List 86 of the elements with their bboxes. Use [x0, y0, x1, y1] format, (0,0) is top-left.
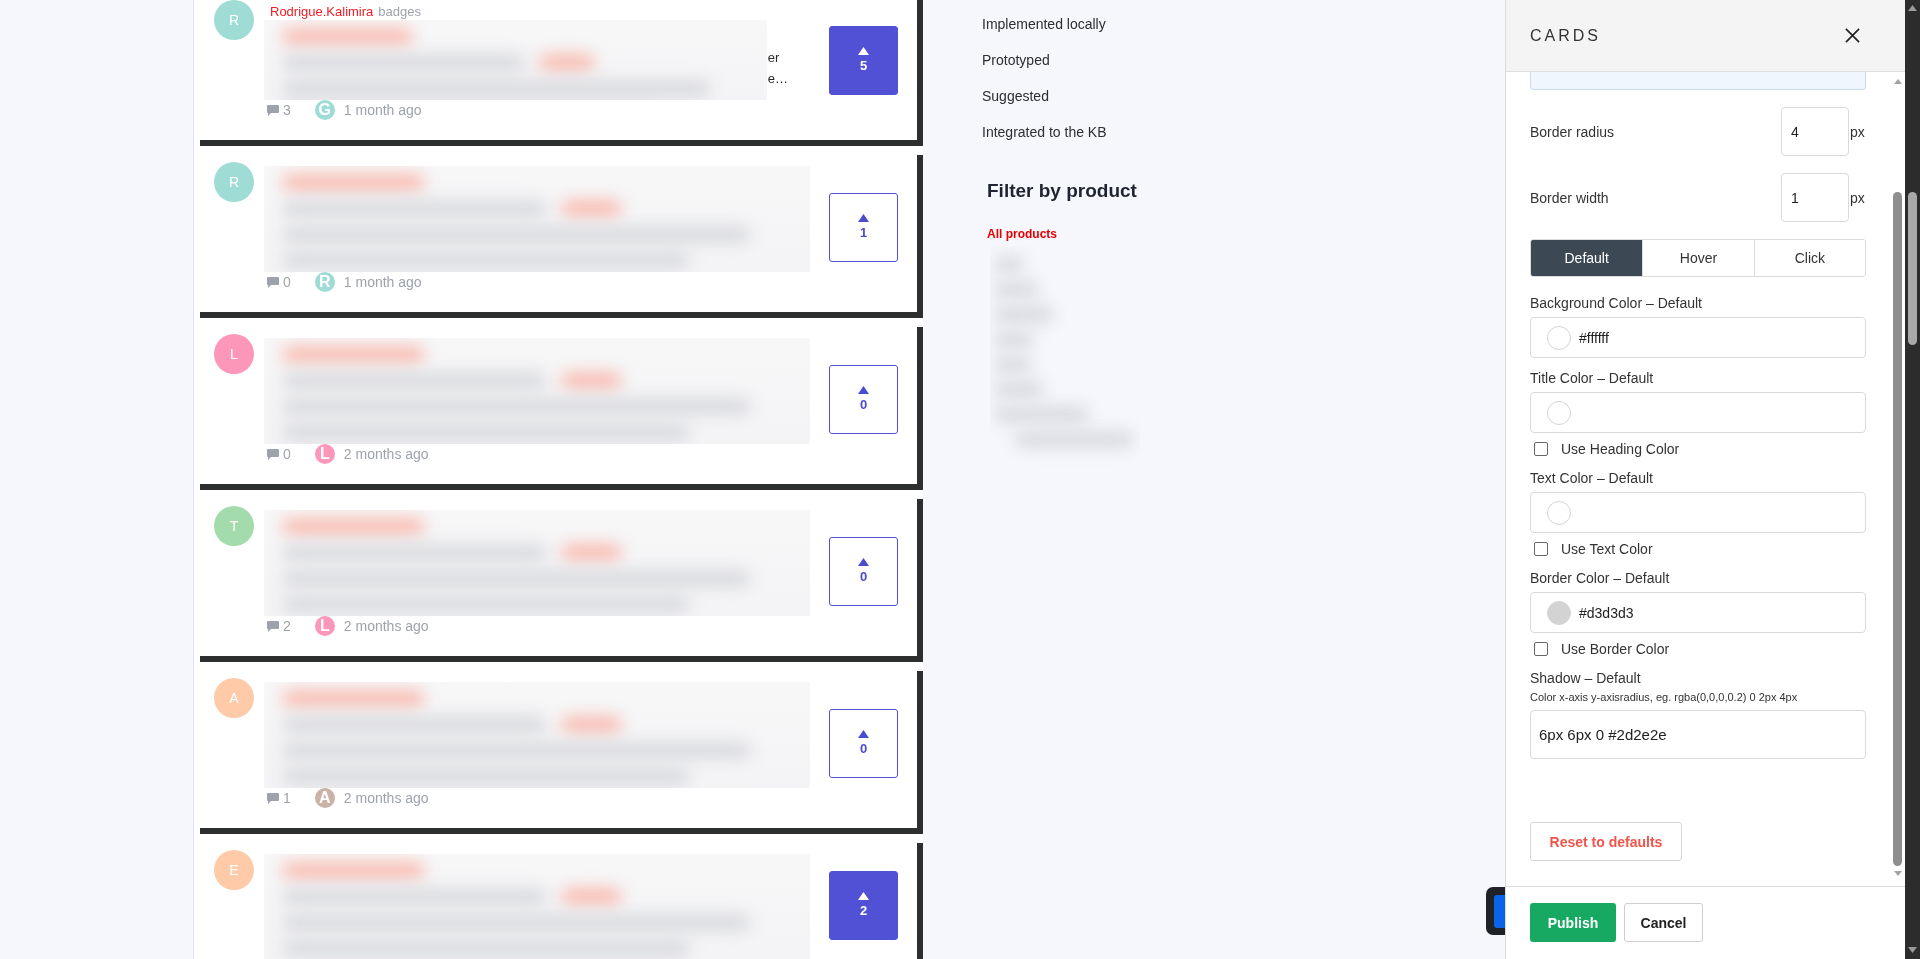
status-filter-link[interactable]: Prototyped	[982, 50, 1050, 70]
floating-tab-button[interactable]	[1486, 887, 1505, 935]
triangle-up-icon	[858, 47, 869, 55]
close-icon	[1845, 28, 1860, 43]
field-hint: Color x-axis y-axisradius, eg. rgba(0,0,0,0.2) 0 2px 4px	[1530, 690, 1799, 704]
comment-count: 0	[283, 274, 291, 290]
comment-count: 3	[283, 102, 291, 118]
panel-title: CARDS	[1530, 26, 1601, 45]
upvote-button[interactable]: 0	[829, 536, 898, 606]
post-time: 1 month ago	[343, 102, 422, 118]
color-swatch-icon	[1547, 500, 1571, 525]
triangle-up-icon	[858, 386, 869, 394]
scrollbar-track[interactable]	[1905, 0, 1920, 959]
upvote-button[interactable]: 5	[829, 25, 898, 95]
upvote-button[interactable]: 0	[829, 708, 898, 778]
upvote-button[interactable]: 2	[829, 870, 898, 940]
scroll-down-arrow-icon[interactable]	[1908, 947, 1917, 953]
comment-icon	[267, 620, 279, 632]
field-label: Border radius	[1530, 123, 1616, 140]
user-avatar: L	[214, 334, 254, 374]
triangle-up-icon	[858, 892, 869, 900]
excerpt-fragment: er	[767, 49, 781, 67]
unit-label: px	[1850, 189, 1866, 206]
author-badges-label: badges	[378, 4, 421, 20]
color-swatch-icon	[1547, 400, 1571, 425]
scroll-up-arrow-icon[interactable]	[1908, 5, 1917, 11]
comment-icon	[267, 448, 279, 460]
author-name[interactable]: Rodrigue.Kalimira	[270, 4, 374, 20]
checkbox-label[interactable]: Use Text Color	[1561, 541, 1653, 557]
comment-count: 0	[283, 446, 291, 462]
scrollbar-thumb[interactable]	[1893, 192, 1902, 866]
shadow-input[interactable]: 6px 6px 0 #2d2e2e	[1530, 710, 1866, 759]
unit-label: px	[1850, 123, 1866, 140]
color-field[interactable]: #d3d3d3	[1530, 592, 1866, 633]
color-field[interactable]	[1530, 492, 1866, 533]
status-filter-link[interactable]: Suggested	[982, 86, 1049, 106]
number-input[interactable]: 4	[1781, 107, 1849, 156]
comment-icon	[267, 104, 279, 116]
post-time: 2 months ago	[343, 446, 429, 462]
commenter-avatar: A	[314, 788, 335, 808]
upvote-button[interactable]: 1	[829, 192, 898, 262]
commenter-avatar: L	[314, 616, 335, 636]
close-button[interactable]	[1845, 28, 1860, 43]
triangle-up-icon	[858, 214, 869, 222]
comment-icon	[267, 276, 279, 288]
color-field[interactable]	[1530, 392, 1866, 433]
checkbox[interactable]	[1534, 542, 1548, 556]
field-label: Shadow – Default	[1530, 669, 1642, 688]
comment-count: 2	[283, 618, 291, 634]
field-label: Text Color – Default	[1530, 469, 1654, 488]
scrollbar-thumb[interactable]	[1908, 192, 1917, 345]
post-time: 2 months ago	[343, 618, 429, 634]
commenter-avatar: G	[314, 100, 335, 120]
field-label: Border Color – Default	[1530, 569, 1671, 588]
checkbox[interactable]	[1534, 442, 1548, 456]
product-filter-link[interactable]: All products	[987, 226, 1057, 242]
checkbox-label[interactable]: Use Border Color	[1561, 641, 1670, 657]
filter-heading: Filter by product	[987, 179, 1137, 203]
comment-count: 1	[283, 790, 291, 806]
user-avatar: T	[214, 506, 254, 546]
color-field[interactable]: #ffffff	[1530, 317, 1866, 358]
checkbox-label[interactable]: Use Heading Color	[1561, 441, 1680, 457]
commenter-avatar: L	[314, 444, 335, 464]
triangle-up-icon	[858, 558, 869, 566]
field-label: Border width	[1530, 189, 1610, 206]
excerpt-fragment: e…	[767, 70, 788, 88]
user-avatar: E	[214, 850, 254, 890]
number-input[interactable]: 1	[1781, 173, 1849, 222]
user-avatar: R	[214, 0, 254, 40]
field-label: Title Color – Default	[1530, 369, 1655, 388]
commenter-avatar: R	[314, 272, 335, 292]
upvote-button[interactable]: 0	[829, 364, 898, 434]
status-filter-link[interactable]: Integrated to the KB	[982, 122, 1107, 142]
status-filter-link[interactable]: Implemented locally	[982, 14, 1106, 34]
field-label: Background Color – Default	[1530, 294, 1703, 313]
triangle-up-icon	[858, 730, 869, 738]
input-field[interactable]	[1530, 72, 1866, 90]
user-avatar: A	[214, 678, 254, 718]
post-time: 2 months ago	[343, 790, 429, 806]
cancel-button[interactable]: Cancel	[1624, 903, 1703, 942]
state-tab[interactable]: Click	[1753, 240, 1865, 276]
state-tab[interactable]: Default	[1531, 240, 1643, 276]
user-avatar: R	[214, 162, 254, 202]
checkbox[interactable]	[1534, 642, 1548, 656]
comment-icon	[267, 792, 279, 804]
post-time: 1 month ago	[343, 274, 422, 290]
